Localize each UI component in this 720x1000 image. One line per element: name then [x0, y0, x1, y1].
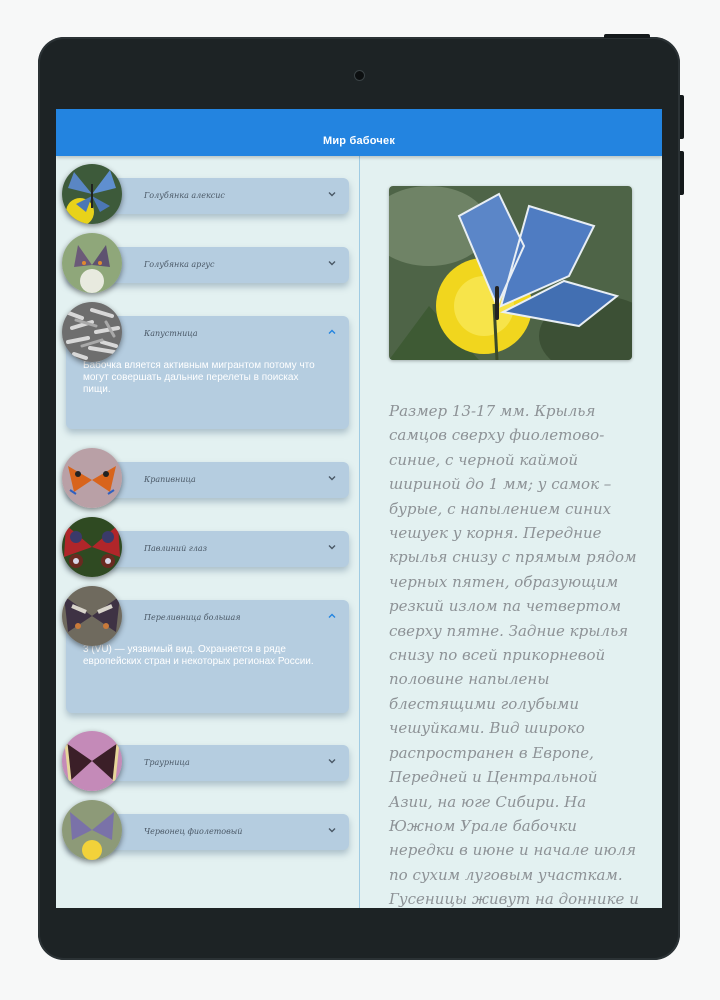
chevron-down-icon[interactable]	[327, 259, 337, 267]
volume-up-button	[680, 95, 684, 139]
list-item[interactable]: Павлиний глаз	[56, 517, 359, 577]
cabbage-caterpillars-image	[62, 302, 122, 362]
avatar	[62, 302, 122, 362]
butterfly-tortoiseshell-image	[62, 448, 122, 508]
avatar	[62, 800, 122, 860]
item-description: Бабочка вляется активным мигрантом потом…	[83, 360, 315, 395]
power-button	[604, 34, 650, 38]
list-item[interactable]: Переливница большая 3 (VU) — уязвимый ви…	[56, 586, 359, 716]
chevron-down-icon[interactable]	[327, 474, 337, 482]
chevron-up-icon[interactable]	[327, 612, 337, 620]
butterfly-list[interactable]: Голубянка алексис Голубянка аргус Капуст…	[56, 156, 359, 908]
list-item[interactable]: Траурница	[56, 731, 359, 791]
list-item[interactable]: Червонец фиолетовый	[56, 800, 359, 860]
detail-description: Размер 13-17 мм. Крылья самцов сверху фи…	[389, 402, 639, 908]
item-title: Крапивница	[144, 475, 196, 484]
item-title: Капустница	[144, 329, 198, 338]
avatar	[62, 517, 122, 577]
app-bar: Мир бабочек	[56, 109, 662, 156]
butterfly-blue-on-flower-image	[389, 186, 632, 360]
front-camera	[354, 70, 365, 81]
chevron-down-icon[interactable]	[327, 190, 337, 198]
butterfly-violet-copper-image	[62, 800, 122, 860]
chevron-down-icon[interactable]	[327, 757, 337, 765]
item-description: 3 (VU) — уязвимый вид. Охраняется в ряде…	[83, 644, 314, 667]
avatar	[62, 233, 122, 293]
avatar	[62, 448, 122, 508]
list-item[interactable]: Голубянка аргус	[56, 233, 359, 293]
item-title: Павлиний глаз	[144, 544, 208, 553]
app-title: Мир бабочек	[322, 134, 396, 147]
butterfly-mourning-cloak-image	[62, 731, 122, 791]
butterfly-argus-image	[62, 233, 122, 293]
item-title: Траурница	[144, 758, 190, 767]
volume-down-button	[680, 151, 684, 195]
butterfly-blue-image	[62, 164, 122, 224]
chevron-up-icon[interactable]	[327, 328, 337, 336]
item-title: Переливница большая	[144, 613, 241, 622]
butterfly-peacock-image	[62, 517, 122, 577]
item-title: Червонец фиолетовый	[144, 827, 243, 836]
chevron-down-icon[interactable]	[327, 826, 337, 834]
app-screen: Мир бабочек Голубянка алексис Голубянка …	[56, 109, 662, 908]
item-title: Голубянка алексис	[144, 191, 225, 200]
detail-photo	[389, 186, 632, 360]
avatar	[62, 164, 122, 224]
item-title: Голубянка аргус	[144, 260, 215, 269]
detail-panel: Размер 13-17 мм. Крылья самцов сверху фи…	[360, 156, 662, 908]
tablet-frame: Мир бабочек Голубянка алексис Голубянка …	[38, 34, 684, 960]
avatar	[62, 731, 122, 791]
avatar	[62, 586, 122, 646]
list-item[interactable]: Голубянка алексис	[56, 164, 359, 224]
list-item[interactable]: Капустница Бабочка вляется активным мигр…	[56, 302, 359, 432]
list-item[interactable]: Крапивница	[56, 448, 359, 508]
chevron-down-icon[interactable]	[327, 543, 337, 551]
butterfly-purple-emperor-image	[62, 586, 122, 646]
